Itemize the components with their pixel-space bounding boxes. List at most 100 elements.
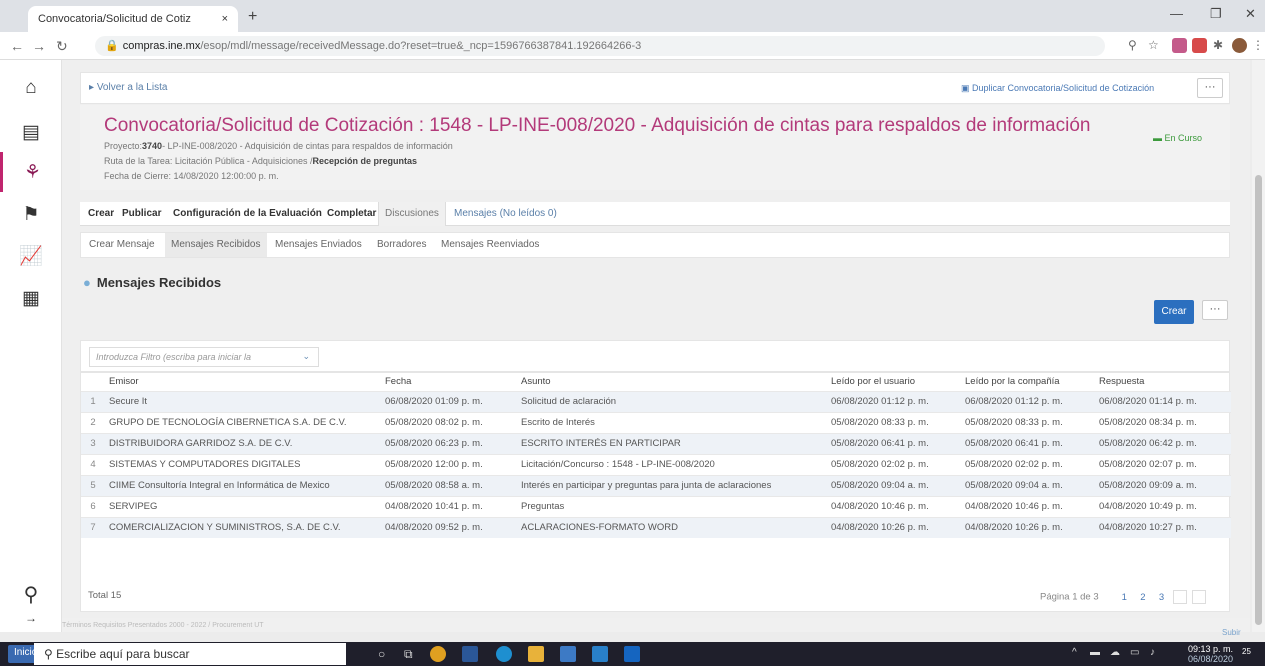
cell-emisor: COMERCIALIZACION Y SUMINISTROS, S.A. DE …	[105, 516, 381, 538]
table-row[interactable]: 5 CIIME Consultoría Integral en Informáti…	[81, 474, 1231, 496]
scroll-top-link[interactable]: Subir	[1222, 628, 1241, 637]
tab-discusiones[interactable]: Discusiones	[378, 202, 446, 226]
col-emisor[interactable]: Emisor	[105, 373, 381, 391]
filter-input[interactable]: Introduzca Filtro (escriba para iniciar …	[89, 347, 319, 367]
page-3-button[interactable]: 3	[1155, 592, 1169, 603]
clock[interactable]: 09:13 p. m. 06/08/2020	[1188, 644, 1233, 664]
page-1-button[interactable]: 1	[1117, 592, 1131, 603]
back-arrow-icon[interactable]: ←	[10, 38, 24, 54]
duplicate-link[interactable]: ▣ Duplicar Convocatoria/Solicitud de Cot…	[961, 83, 1154, 94]
tab-crear[interactable]: Crear	[88, 202, 114, 226]
browser-tab[interactable]: Convocatoria/Solicitud de Cotiz ×	[28, 6, 238, 32]
table-row[interactable]: 3 DISTRIBUIDORA GARRIDOZ S.A. DE C.V. 05/0…	[81, 432, 1231, 454]
create-button[interactable]: Crear	[1154, 300, 1194, 324]
col-leido-compania[interactable]: Leído por la compañía	[961, 373, 1095, 391]
col-asunto[interactable]: Asunto	[517, 373, 827, 391]
display-icon[interactable]: ▭	[1130, 647, 1139, 658]
cell-fecha: 05/08/2020 06:23 p. m.	[381, 432, 517, 454]
home-icon[interactable]: ⌂	[0, 68, 62, 108]
subtab-mensajes-reenviados[interactable]: Mensajes Reenviados	[441, 233, 539, 257]
expand-arrow-icon[interactable]: →	[0, 606, 62, 630]
task-view-icon[interactable]: ⧉	[404, 647, 413, 662]
col-respuesta[interactable]: Respuesta	[1095, 373, 1231, 391]
sourcing-icon[interactable]: ⚘	[0, 152, 62, 192]
table-row[interactable]: 4 SISTEMAS Y COMPUTADORES DIGITALES 05/08/…	[81, 453, 1231, 475]
back-to-list-link[interactable]: ▸ Volver a la Lista	[89, 82, 167, 93]
extension-icon[interactable]	[1172, 38, 1187, 53]
cell-respuesta: 05/08/2020 09:09 a. m.	[1095, 474, 1231, 496]
tab-publicar[interactable]: Publicar	[122, 202, 161, 226]
col-fecha[interactable]: Fecha	[381, 373, 517, 391]
mail-icon[interactable]	[592, 646, 608, 662]
puzzle-icon[interactable]: ✱	[1213, 38, 1223, 52]
cell-leido-compania: 05/08/2020 06:41 p. m.	[961, 432, 1095, 454]
scrollbar[interactable]	[1252, 60, 1265, 632]
dashboard-icon[interactable]: ▤	[0, 112, 62, 152]
table-row[interactable]: 7 COMERCIALIZACION Y SUMINISTROS, S.A. DE…	[81, 516, 1231, 538]
close-tab-icon[interactable]: ×	[222, 13, 228, 25]
cell-respuesta: 05/08/2020 06:42 p. m.	[1095, 432, 1231, 454]
suppliers-icon[interactable]: ⚑	[0, 194, 62, 234]
project-line: Proyecto:3740- LP-INE-008/2020 - Adquisi…	[104, 141, 453, 151]
menu-dots-icon[interactable]: ⋮	[1252, 38, 1264, 52]
col-leido-usuario[interactable]: Leído por el usuario	[827, 373, 961, 391]
tray-chevron-icon[interactable]: ^	[1072, 647, 1077, 658]
cell-asunto: Escrito de Interés	[517, 411, 827, 433]
cell-respuesta: 06/08/2020 01:14 p. m.	[1095, 390, 1231, 412]
star-icon[interactable]: ☆	[1148, 38, 1159, 52]
next-page-button[interactable]	[1173, 590, 1188, 604]
edge-icon[interactable]	[496, 646, 512, 662]
tab-mensajes[interactable]: Mensajes (No leídos 0)	[454, 202, 557, 226]
explorer-icon[interactable]	[528, 646, 544, 662]
taskbar-search-input[interactable]: ⚲ Escribe aquí para buscar	[34, 643, 346, 665]
table-row[interactable]: 2 GRUPO DE TECNOLOGÍA CIBERNETICA S.A. DE…	[81, 411, 1231, 433]
cell-fecha: 05/08/2020 08:02 p. m.	[381, 411, 517, 433]
page-2-button[interactable]: 2	[1136, 592, 1150, 603]
notification-count[interactable]: 25	[1242, 647, 1251, 656]
footer: Términos Requisitos Presentados 2000 - 2…	[62, 618, 1250, 632]
onedrive-icon[interactable]: ☁	[1110, 647, 1120, 658]
close-window-icon[interactable]: ✕	[1245, 6, 1256, 22]
tab-completar[interactable]: Completar	[327, 202, 376, 226]
table-row[interactable]: 1 Secure It 06/08/2020 01:09 p. m. Solicitu…	[81, 390, 1231, 412]
cell-leido-compania: 05/08/2020 02:02 p. m.	[961, 453, 1095, 475]
last-page-button[interactable]	[1191, 590, 1206, 604]
analytics-icon[interactable]: 📈	[0, 236, 62, 276]
subtab-borradores[interactable]: Borradores	[377, 233, 426, 257]
clock-time: 09:13 p. m.	[1188, 644, 1234, 654]
profile-avatar[interactable]	[1232, 38, 1247, 53]
minimize-icon[interactable]: —	[1170, 6, 1183, 21]
store-icon[interactable]	[560, 646, 576, 662]
cell-fecha: 04/08/2020 09:52 p. m.	[381, 516, 517, 538]
cortana-icon[interactable]: ○	[378, 647, 385, 661]
documents-icon[interactable]: ▦	[0, 278, 62, 318]
new-tab-button[interactable]: +	[248, 8, 257, 26]
cell-leido-usuario: 05/08/2020 02:02 p. m.	[827, 453, 961, 475]
chevron-down-icon[interactable]: ⌄	[302, 351, 310, 362]
outlook-icon[interactable]	[624, 646, 640, 662]
word-icon[interactable]	[462, 646, 478, 662]
reload-icon[interactable]: ↻	[56, 38, 68, 55]
cell-n: 1	[81, 390, 105, 412]
extension-icon[interactable]	[1192, 38, 1207, 53]
url-field[interactable]: 🔒 compras.ine.mx/esop/mdl/message/receive…	[95, 36, 1105, 56]
cell-leido-compania: 04/08/2020 10:46 p. m.	[961, 495, 1095, 517]
tab-configuracion[interactable]: Configuración de la Evaluación	[173, 202, 322, 226]
clock-date: 06/08/2020	[1188, 654, 1234, 664]
cell-n: 2	[81, 411, 105, 433]
forward-arrow-icon[interactable]: →	[32, 38, 46, 54]
more-options-button[interactable]: ···	[1197, 78, 1223, 98]
subtab-crear-mensaje[interactable]: Crear Mensaje	[89, 233, 155, 257]
subtab-mensajes-recibidos[interactable]: Mensajes Recibidos	[165, 233, 267, 257]
table-row[interactable]: 6 SERVIPEG 04/08/2020 10:41 p. m. Preguntas…	[81, 495, 1231, 517]
zoom-icon[interactable]: ⚲	[1128, 38, 1137, 52]
list-more-button[interactable]: ···	[1202, 300, 1228, 320]
cell-asunto: ACLARACIONES-FORMATO WORD	[517, 516, 827, 538]
cell-leido-compania: 05/08/2020 09:04 a. m.	[961, 474, 1095, 496]
volume-icon[interactable]: ♪	[1150, 647, 1155, 658]
pagination: Página 1 de 3 1 2 3	[1040, 590, 1206, 604]
network-icon[interactable]: ▬	[1090, 647, 1100, 658]
chrome-icon[interactable]	[430, 646, 446, 662]
subtab-mensajes-enviados[interactable]: Mensajes Enviados	[275, 233, 362, 257]
maximize-icon[interactable]: ❐	[1210, 6, 1222, 22]
